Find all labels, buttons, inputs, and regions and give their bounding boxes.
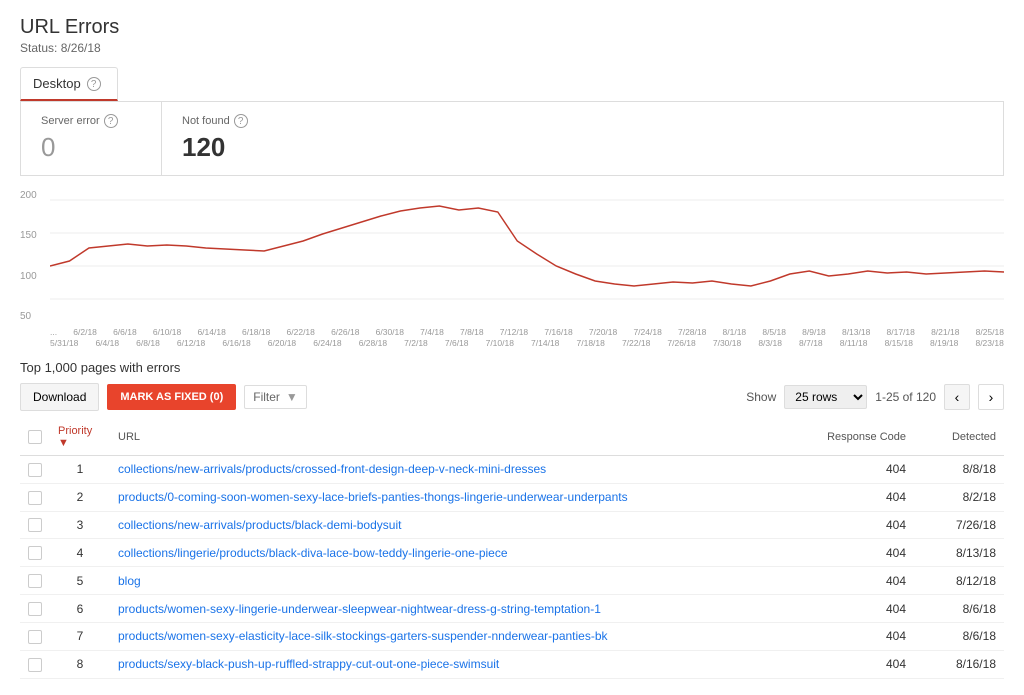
row-checkbox-cell: [20, 483, 50, 511]
server-error-label: Server error ?: [41, 114, 141, 128]
not-found-label: Not found ?: [182, 114, 281, 128]
th-checkbox: [20, 419, 50, 456]
row-url[interactable]: collections/new-arrivals/products/black-…: [110, 511, 794, 539]
next-page-button[interactable]: ›: [978, 384, 1004, 410]
th-response-code: Response Code: [794, 419, 914, 456]
table-row: 3 collections/new-arrivals/products/blac…: [20, 511, 1004, 539]
row-checkbox[interactable]: [28, 463, 42, 477]
row-priority: 5: [50, 567, 110, 595]
row-response-code: 404: [794, 595, 914, 623]
metrics-row: Server error ? 0 Not found ? 120: [20, 102, 1004, 176]
pagination: Show 25 rows 50 rows 100 rows 1-25 of 12…: [746, 384, 1004, 410]
not-found-metric: Not found ? 120: [161, 102, 301, 175]
y-label-150: 150: [20, 230, 50, 241]
table-row: 1 collections/new-arrivals/products/cros…: [20, 456, 1004, 484]
table-header: Priority ▼ URL Response Code Detected: [20, 419, 1004, 456]
th-priority[interactable]: Priority ▼: [50, 419, 110, 456]
table-body: 1 collections/new-arrivals/products/cros…: [20, 456, 1004, 679]
row-checkbox-cell: [20, 567, 50, 595]
chart-svg: [50, 186, 1004, 326]
server-error-metric: Server error ? 0: [21, 102, 161, 175]
row-response-code: 404: [794, 622, 914, 650]
row-url[interactable]: blog: [110, 567, 794, 595]
row-priority: 4: [50, 539, 110, 567]
row-detected: 8/6/18: [914, 595, 1004, 623]
desktop-help-icon[interactable]: ?: [87, 77, 101, 91]
row-response-code: 404: [794, 650, 914, 678]
row-detected: 7/26/18: [914, 511, 1004, 539]
row-response-code: 404: [794, 511, 914, 539]
row-checkbox-cell: [20, 595, 50, 623]
y-label-50: 50: [20, 311, 50, 322]
row-checkbox[interactable]: [28, 574, 42, 588]
row-detected: 8/2/18: [914, 483, 1004, 511]
row-checkbox-cell: [20, 456, 50, 484]
row-checkbox[interactable]: [28, 602, 42, 616]
row-detected: 8/13/18: [914, 539, 1004, 567]
row-response-code: 404: [794, 456, 914, 484]
status-text: Status: 8/26/18: [20, 41, 1004, 55]
row-checkbox[interactable]: [28, 658, 42, 672]
prev-page-button[interactable]: ‹: [944, 384, 970, 410]
row-url[interactable]: collections/new-arrivals/products/crosse…: [110, 456, 794, 484]
rows-select[interactable]: 25 rows 50 rows 100 rows: [784, 385, 867, 409]
show-label: Show: [746, 390, 776, 404]
x-label-start: ...: [50, 327, 57, 337]
tab-bar: Desktop ?: [20, 67, 1004, 102]
tab-desktop[interactable]: Desktop ?: [20, 67, 118, 101]
table-row: 8 products/sexy-black-push-up-ruffled-st…: [20, 650, 1004, 678]
page-title: URL Errors: [20, 16, 1004, 39]
row-checkbox-cell: [20, 511, 50, 539]
row-response-code: 404: [794, 539, 914, 567]
table-row: 6 products/women-sexy-lingerie-underwear…: [20, 595, 1004, 623]
row-priority: 2: [50, 483, 110, 511]
not-found-help-icon[interactable]: ?: [234, 114, 248, 128]
y-label-200: 200: [20, 190, 50, 201]
row-response-code: 404: [794, 483, 914, 511]
row-priority: 7: [50, 622, 110, 650]
table-row: 7 products/women-sexy-elasticity-lace-si…: [20, 622, 1004, 650]
row-checkbox[interactable]: [28, 546, 42, 560]
toolbar: Download MARK AS FIXED (0) Filter ▼ Show…: [20, 383, 1004, 411]
y-label-100: 100: [20, 271, 50, 282]
row-priority: 1: [50, 456, 110, 484]
server-error-help-icon[interactable]: ?: [104, 114, 118, 128]
filter-input[interactable]: Filter ▼: [244, 385, 307, 409]
th-detected: Detected: [914, 419, 1004, 456]
section-title: Top 1,000 pages with errors: [20, 360, 1004, 375]
select-all-checkbox[interactable]: [28, 430, 42, 444]
table-row: 2 products/0-coming-soon-women-sexy-lace…: [20, 483, 1004, 511]
server-error-value: 0: [41, 132, 141, 163]
table-row: 4 collections/lingerie/products/black-di…: [20, 539, 1004, 567]
row-url[interactable]: products/0-coming-soon-women-sexy-lace-b…: [110, 483, 794, 511]
th-url: URL: [110, 419, 794, 456]
filter-icon: ▼: [286, 390, 298, 404]
row-priority: 8: [50, 650, 110, 678]
row-url[interactable]: collections/lingerie/products/black-diva…: [110, 539, 794, 567]
row-checkbox-cell: [20, 622, 50, 650]
row-priority: 3: [50, 511, 110, 539]
row-url[interactable]: products/sexy-black-push-up-ruffled-stra…: [110, 650, 794, 678]
row-url[interactable]: products/women-sexy-elasticity-lace-silk…: [110, 622, 794, 650]
row-detected: 8/8/18: [914, 456, 1004, 484]
row-detected: 8/16/18: [914, 650, 1004, 678]
tab-desktop-label: Desktop: [33, 76, 81, 91]
row-detected: 8/6/18: [914, 622, 1004, 650]
mark-as-fixed-button[interactable]: MARK AS FIXED (0): [107, 384, 236, 410]
row-detected: 8/12/18: [914, 567, 1004, 595]
row-priority: 6: [50, 595, 110, 623]
url-errors-table: Priority ▼ URL Response Code Detected 1 …: [20, 419, 1004, 679]
row-url[interactable]: products/women-sexy-lingerie-underwear-s…: [110, 595, 794, 623]
row-checkbox-cell: [20, 539, 50, 567]
filter-label: Filter: [253, 390, 280, 404]
row-checkbox[interactable]: [28, 491, 42, 505]
row-checkbox-cell: [20, 650, 50, 678]
row-response-code: 404: [794, 567, 914, 595]
pagination-text: 1-25 of 120: [875, 390, 936, 404]
table-row: 5 blog 404 8/12/18: [20, 567, 1004, 595]
row-checkbox[interactable]: [28, 518, 42, 532]
not-found-value: 120: [182, 132, 281, 163]
download-button[interactable]: Download: [20, 383, 99, 411]
